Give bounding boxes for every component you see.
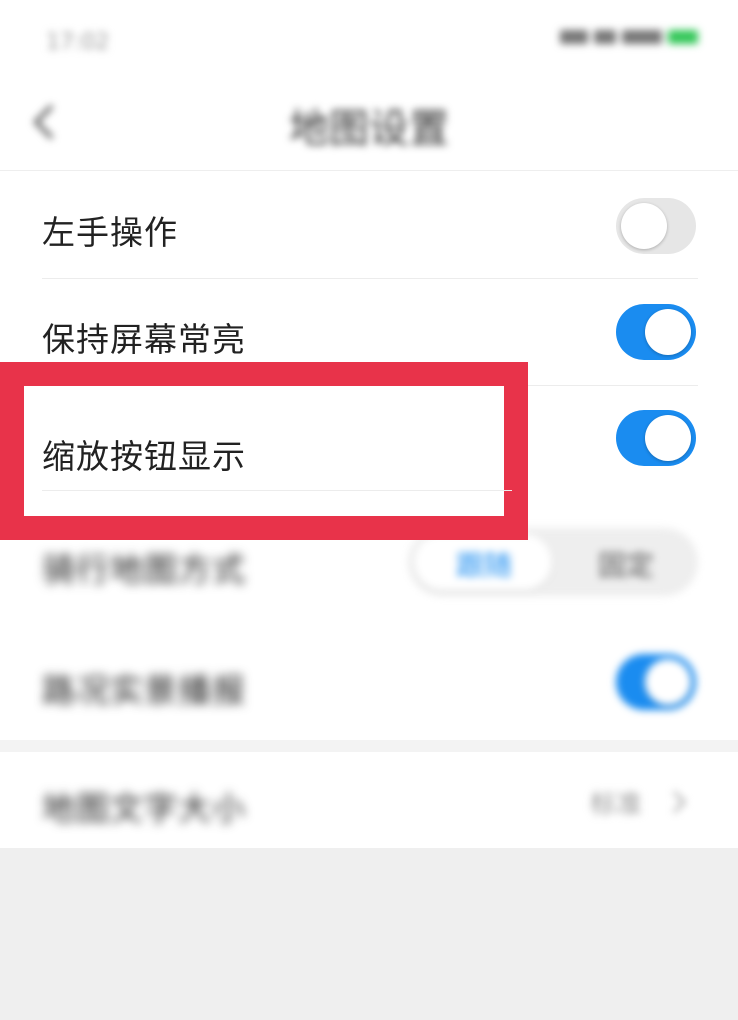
- status-time: 17:02: [46, 30, 110, 55]
- status-icons: [560, 30, 698, 44]
- row-divider: [42, 278, 698, 279]
- wifi-icon: [594, 30, 616, 44]
- font-size-value: 标准: [590, 790, 643, 820]
- notification-icon: [560, 30, 588, 44]
- keep-screen-on-label: 保持屏幕常亮: [42, 320, 246, 359]
- toggle-knob: [645, 309, 691, 355]
- left-hand-label: 左手操作: [42, 213, 178, 252]
- toggle-knob: [645, 415, 691, 461]
- zoom-buttons-toggle[interactable]: [616, 410, 696, 466]
- row-divider: [42, 490, 512, 491]
- keep-screen-on-toggle[interactable]: [616, 304, 696, 360]
- traffic-label: 路况实景播报: [42, 671, 246, 710]
- battery-icon: [668, 30, 698, 44]
- nav-divider: [0, 170, 738, 171]
- zoom-buttons-label: 缩放按钮显示: [42, 437, 246, 476]
- traffic-toggle[interactable]: [616, 654, 696, 710]
- left-hand-toggle[interactable]: [616, 198, 696, 254]
- segment-follow[interactable]: 跟随: [456, 544, 512, 584]
- settings-page: 17:02 地图设置 左手操作 保持屏幕常亮 骑行地图方式 跟随 固定 路况实景…: [0, 0, 738, 1020]
- font-size-label: 地图文字大小: [42, 789, 246, 828]
- page-title: 地图设置: [289, 106, 449, 152]
- segment-fixed[interactable]: 固定: [598, 544, 654, 584]
- map-mode-label: 骑行地图方式: [42, 550, 246, 589]
- chevron-right-icon[interactable]: [670, 788, 688, 816]
- signal-icon: [622, 30, 662, 44]
- toggle-knob: [621, 203, 667, 249]
- toggle-knob: [645, 659, 691, 705]
- section-separator: [0, 740, 738, 752]
- highlight-box: 缩放按钮显示: [0, 362, 528, 540]
